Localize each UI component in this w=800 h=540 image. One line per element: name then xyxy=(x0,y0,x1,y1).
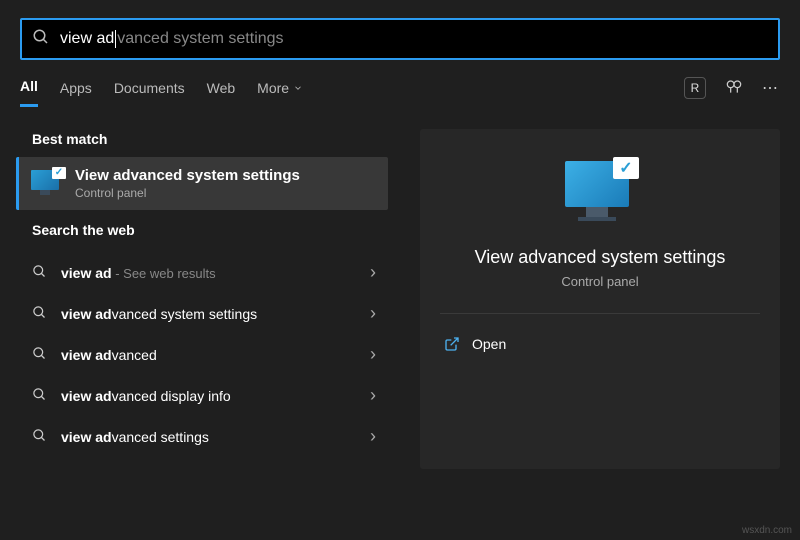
search-ghost-completion: vanced system settings xyxy=(117,30,283,48)
search-typed-text: view ad xyxy=(60,30,114,48)
preview-subtitle: Control panel xyxy=(440,274,760,289)
best-match-label: Best match xyxy=(8,119,400,157)
open-external-icon xyxy=(444,336,460,352)
chevron-right-icon: › xyxy=(370,385,388,406)
web-suggestions-list: view ad - See web results › view advance… xyxy=(8,248,400,457)
results-list: Best match ✓ View advanced system settin… xyxy=(0,119,400,521)
web-suggestion-item[interactable]: view advanced system settings › xyxy=(8,293,400,334)
system-settings-icon: ✓ xyxy=(31,170,63,198)
tab-more[interactable]: More xyxy=(257,80,303,106)
search-web-label: Search the web xyxy=(8,210,400,248)
open-action[interactable]: Open xyxy=(440,330,760,358)
best-match-subtitle: Control panel xyxy=(75,186,300,200)
best-match-item[interactable]: ✓ View advanced system settings Control … xyxy=(16,157,388,210)
tab-web[interactable]: Web xyxy=(207,80,236,106)
results-area: Best match ✓ View advanced system settin… xyxy=(0,109,800,521)
more-options-icon[interactable]: ⋯ xyxy=(762,78,780,98)
search-icon xyxy=(32,28,50,51)
preview-pane: ✓ View advanced system settings Control … xyxy=(400,119,800,521)
web-suggestion-item[interactable]: view ad - See web results › xyxy=(8,252,400,293)
preview-card: ✓ View advanced system settings Control … xyxy=(420,129,780,469)
search-input[interactable]: view ad vanced system settings xyxy=(60,30,284,48)
web-suggestion-item[interactable]: view advanced › xyxy=(8,334,400,375)
tab-documents[interactable]: Documents xyxy=(114,80,185,106)
search-icon xyxy=(32,264,47,282)
chevron-right-icon: › xyxy=(370,262,388,283)
divider xyxy=(440,313,760,314)
search-icon xyxy=(32,387,47,405)
chevron-right-icon: › xyxy=(370,344,388,365)
filter-tabs: All Apps Documents Web More R ⋯ xyxy=(0,60,800,109)
preview-title: View advanced system settings xyxy=(440,247,760,268)
web-suggestion-item[interactable]: view advanced settings › xyxy=(8,416,400,457)
text-caret xyxy=(115,30,116,48)
web-suggestion-item[interactable]: view advanced display info › xyxy=(8,375,400,416)
user-badge[interactable]: R xyxy=(684,77,706,99)
search-icon xyxy=(32,428,47,446)
open-label: Open xyxy=(472,336,506,352)
chevron-right-icon: › xyxy=(370,303,388,324)
search-icon xyxy=(32,346,47,364)
chevron-right-icon: › xyxy=(370,426,388,447)
search-icon xyxy=(32,305,47,323)
search-bar[interactable]: view ad vanced system settings xyxy=(20,18,780,60)
tab-all[interactable]: All xyxy=(20,78,38,107)
best-match-title: View advanced system settings xyxy=(75,167,300,184)
chevron-down-icon xyxy=(293,80,303,96)
rewards-icon[interactable] xyxy=(724,76,744,99)
watermark: wsxdn.com xyxy=(742,525,792,536)
system-settings-icon-large: ✓ xyxy=(561,157,639,227)
tab-apps[interactable]: Apps xyxy=(60,80,92,106)
